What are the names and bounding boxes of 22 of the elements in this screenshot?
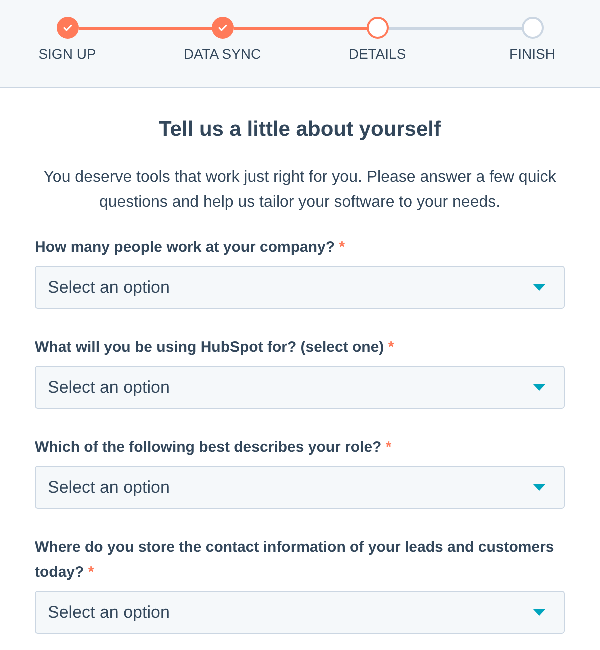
required-mark: * bbox=[386, 439, 392, 456]
select-dropdown[interactable]: Select an option bbox=[35, 266, 565, 309]
select-dropdown[interactable]: Select an option bbox=[35, 591, 565, 634]
step-label: DETAILS bbox=[348, 45, 406, 64]
caret-icon bbox=[533, 609, 546, 616]
caret-icon bbox=[533, 384, 546, 391]
caret-icon bbox=[533, 284, 546, 291]
select-dropdown[interactable]: Select an option bbox=[35, 466, 565, 509]
question-label: Where do you store the contact information of your leads and customers today? * bbox=[35, 538, 556, 583]
form-heading: Tell us a little about yourself bbox=[159, 117, 441, 143]
required-mark: * bbox=[339, 239, 346, 256]
caret-icon bbox=[533, 484, 546, 491]
question-label: What will you be using HubSpot for? (select one) * bbox=[35, 338, 396, 358]
required-mark: * bbox=[88, 564, 94, 581]
step-label: SIGN UP bbox=[38, 45, 96, 64]
question-label: How many people work at your company? * bbox=[35, 238, 346, 258]
intro-text: You deserve tools that work just right for you. Please answer a few quick questions and help us tailor your software to your needs. bbox=[42, 168, 558, 213]
step-label: DATA SYNC bbox=[184, 45, 262, 64]
required-mark: * bbox=[388, 339, 394, 356]
question-label: Which of the following best describes your role? * bbox=[35, 438, 393, 458]
select-dropdown[interactable]: Select an option bbox=[35, 366, 565, 409]
step-label: FINISH bbox=[510, 45, 556, 64]
